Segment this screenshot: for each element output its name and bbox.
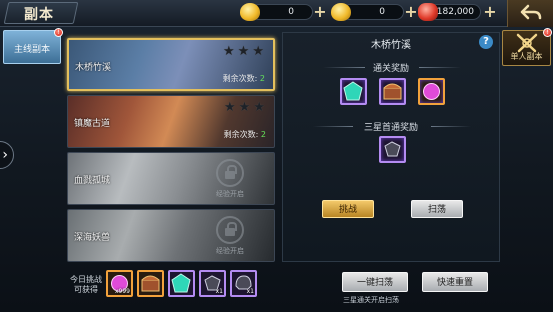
dungeon-list: ★★★ 木桥竹溪 剩余次数: 2 ★★★ 镇魔古道 剩余次数: 2 血戮孤城 经… — [64, 32, 280, 264]
dungeon-name: 木桥竹溪 — [75, 63, 112, 73]
daily-reward-item[interactable]: x999 — [106, 270, 133, 297]
tab-main-dungeon[interactable]: 主线副本 — [3, 30, 61, 64]
dungeon-name: 深海妖兽 — [74, 233, 111, 243]
gold-ingot-icon — [240, 3, 260, 21]
daily-reward-item[interactable]: x1 — [230, 270, 257, 297]
treasure-chest-icon — [141, 275, 160, 292]
one-key-sweep-button[interactable]: 一键扫荡 — [342, 272, 408, 292]
add-currency-button[interactable]: + — [312, 4, 328, 20]
reward-item-orb[interactable] — [418, 78, 445, 105]
dungeon-card-xuelu[interactable]: 血戮孤城 经验开启 — [67, 152, 275, 205]
locked-indicator: 经验开启 — [208, 216, 252, 260]
dungeon-screen: 副本 0 + 0 + 182,000 + 主线副本 ! › ★★★ 木桥竹溪 剩… — [0, 0, 553, 312]
lock-text: 经验开启 — [216, 247, 244, 255]
tab-label: 主线副本 — [13, 45, 50, 55]
dungeon-name: 镇魔古道 — [74, 119, 111, 129]
currency-value: 0 — [288, 7, 294, 17]
daily-reward-item[interactable]: x1 — [199, 270, 226, 297]
back-button[interactable] — [507, 0, 553, 27]
clear-reward-title: 通关奖励 — [372, 64, 409, 74]
star-rating: ★★★ — [223, 44, 267, 59]
first-clear-reward-item[interactable] — [379, 136, 406, 163]
jade-gem-icon — [343, 81, 363, 101]
daily-reward-item[interactable] — [137, 270, 164, 297]
currency-value: 182,000 — [436, 7, 474, 17]
divider — [431, 126, 471, 127]
panel-title: 木桥竹溪 — [371, 40, 411, 51]
daily-reward-item[interactable] — [168, 270, 195, 297]
top-bar: 副本 0 + 0 + 182,000 + — [0, 0, 553, 27]
add-currency-button[interactable]: + — [403, 4, 419, 20]
currency-ingot-2: 0 + — [331, 3, 418, 21]
currency-coin: 182,000 + — [418, 3, 497, 21]
currency-value: 0 — [379, 7, 385, 17]
tab-badge: ! — [54, 28, 63, 37]
dungeon-detail-panel: 木桥竹溪 ? 通关奖励 三星首通奖励 挑战 扫荡 — [282, 32, 500, 262]
star-rating: ★★★ — [224, 100, 268, 115]
dungeon-card-muqiao[interactable]: ★★★ 木桥竹溪 剩余次数: 2 — [67, 38, 275, 91]
back-arrow-icon — [520, 4, 542, 20]
jade-gem-icon — [171, 273, 191, 293]
expand-arrow-button[interactable]: › — [0, 141, 14, 169]
currency-ingot-1: 0 + — [240, 3, 327, 21]
dungeon-name: 血戮孤城 — [74, 176, 111, 186]
divider — [419, 67, 461, 68]
lock-icon — [216, 216, 244, 244]
gold-ingot-icon — [331, 3, 351, 21]
sweep-hint: 三星通关开启扫荡 — [343, 296, 399, 304]
help-button[interactable]: ? — [479, 35, 493, 49]
lock-icon — [216, 159, 244, 187]
treasure-chest-icon — [383, 83, 402, 100]
remaining-count: 剩余次数: 2 — [223, 130, 266, 139]
page-title: 副本 — [24, 7, 54, 23]
spirit-orb-icon — [423, 83, 440, 100]
lock-text: 经验开启 — [216, 190, 244, 198]
daily-rewards-bar: 今日挑战 可获得 x999 x1 x1 一键扫荡 快速重置 三星通关开启扫荡 — [64, 268, 500, 306]
reward-item-jade[interactable] — [340, 78, 367, 105]
quick-reset-button[interactable]: 快速重置 — [422, 272, 488, 292]
add-currency-button[interactable]: + — [482, 4, 498, 20]
dungeon-card-shenhai[interactable]: 深海妖兽 经验开启 — [67, 209, 275, 262]
daily-rewards-label: 今日挑战 可获得 — [70, 275, 102, 294]
dungeon-card-zhenmo[interactable]: ★★★ 镇魔古道 剩余次数: 2 — [67, 95, 275, 148]
tab-label: 单人副本 — [510, 52, 543, 61]
reward-item-chest[interactable] — [379, 78, 406, 105]
sweep-button[interactable]: 扫荡 — [411, 200, 463, 218]
remaining-count: 剩余次数: 2 — [222, 74, 265, 83]
coin-icon — [418, 3, 438, 21]
armor-piece-icon — [384, 141, 401, 157]
tab-badge: ! — [543, 28, 552, 37]
locked-indicator: 经验开启 — [208, 159, 252, 203]
challenge-button[interactable]: 挑战 — [322, 200, 374, 218]
